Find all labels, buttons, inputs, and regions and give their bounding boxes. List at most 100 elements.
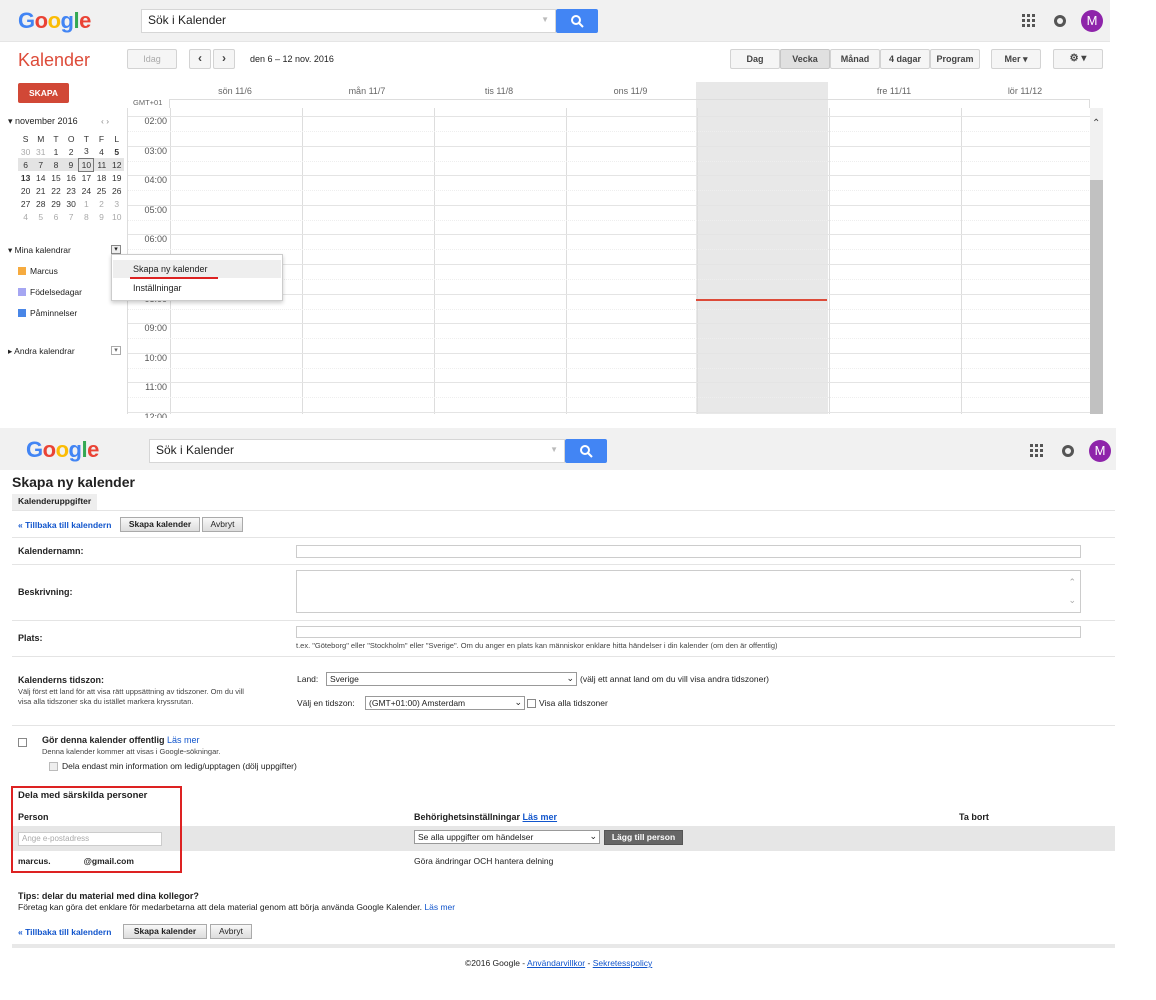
mini-day[interactable]: 1: [79, 197, 94, 210]
mini-day[interactable]: 30: [64, 197, 79, 210]
public-checkbox[interactable]: [18, 738, 27, 747]
mini-day[interactable]: 3: [109, 197, 124, 210]
mini-day[interactable]: 13: [18, 171, 33, 184]
back-link[interactable]: « Tillbaka till kalendern: [18, 520, 111, 530]
mini-day[interactable]: 9: [64, 158, 79, 171]
show-all-timezones-checkbox[interactable]: [527, 699, 536, 708]
mini-day[interactable]: 15: [48, 171, 63, 184]
mini-day[interactable]: 12: [109, 158, 124, 171]
mini-day[interactable]: 31: [33, 145, 48, 158]
apps-grid-icon[interactable]: [1022, 14, 1036, 28]
my-calendars-dropdown-icon[interactable]: ▾: [111, 245, 121, 254]
calendar-color-swatch[interactable]: [18, 309, 26, 317]
mini-day[interactable]: 10: [109, 210, 124, 223]
mini-day[interactable]: 11: [94, 158, 109, 171]
view-day-button[interactable]: Dag: [730, 49, 780, 69]
search-dropdown-icon[interactable]: ▼: [550, 445, 558, 454]
my-calendars-header[interactable]: ▾ Mina kalendrar: [8, 245, 71, 256]
cancel-button[interactable]: Avbryt: [202, 517, 243, 532]
scroll-up-icon[interactable]: ⌃: [1068, 577, 1076, 588]
mini-day[interactable]: 7: [64, 210, 79, 223]
read-more-link[interactable]: Läs mer: [167, 735, 200, 745]
mini-day[interactable]: 30: [18, 145, 33, 158]
mini-day[interactable]: 4: [18, 210, 33, 223]
apps-grid-icon[interactable]: [1030, 444, 1044, 458]
timezone-select[interactable]: (GMT+01:00) Amsterdam ⌄: [365, 696, 525, 710]
calendar-item[interactable]: Födelsedagar: [30, 287, 82, 297]
permission-read-more-link[interactable]: Läs mer: [523, 812, 558, 822]
search-input-2[interactable]: Sök i Kalender ▼: [149, 439, 565, 463]
mini-day[interactable]: 8: [48, 158, 63, 171]
notifications-icon[interactable]: [1054, 15, 1066, 27]
other-calendars-header[interactable]: ▸ Andra kalendrar: [8, 346, 75, 357]
mini-day[interactable]: 25: [94, 184, 109, 197]
mini-day[interactable]: 9: [94, 210, 109, 223]
calendar-name-field[interactable]: [296, 545, 1081, 558]
menu-item-create-calendar[interactable]: Skapa ny kalender: [113, 260, 281, 278]
mini-day[interactable]: 5: [109, 145, 124, 158]
avatar[interactable]: M: [1081, 10, 1103, 32]
mini-day[interactable]: 1: [48, 145, 63, 158]
mini-day[interactable]: 8: [79, 210, 94, 223]
avatar-2[interactable]: M: [1089, 440, 1111, 462]
mini-day[interactable]: 23: [64, 184, 79, 197]
mini-day[interactable]: 27: [18, 197, 33, 210]
mini-day[interactable]: 3: [79, 145, 94, 158]
mini-day[interactable]: 19: [109, 171, 124, 184]
mini-day[interactable]: 4: [94, 145, 109, 158]
mini-day[interactable]: 16: [64, 171, 79, 184]
next-week-button[interactable]: ›: [213, 49, 235, 69]
create-calendar-button-bottom[interactable]: Skapa kalender: [123, 924, 207, 939]
view-agenda-button[interactable]: Program: [930, 49, 980, 69]
notifications-icon[interactable]: [1062, 445, 1074, 457]
privacy-link[interactable]: Sekretesspolicy: [593, 958, 653, 968]
back-link-bottom[interactable]: « Tillbaka till kalendern: [18, 927, 111, 937]
view-month-button[interactable]: Månad: [830, 49, 880, 69]
view-week-button[interactable]: Vecka: [780, 49, 830, 69]
description-field[interactable]: ⌃ ⌄: [296, 570, 1081, 613]
search-button-2[interactable]: [565, 439, 607, 463]
mini-day[interactable]: 21: [33, 184, 48, 197]
add-person-button[interactable]: Lägg till person: [604, 830, 683, 845]
allday-row[interactable]: [169, 99, 1090, 108]
scroll-up-icon[interactable]: ⌃: [1092, 118, 1100, 129]
mini-day[interactable]: 29: [48, 197, 63, 210]
other-calendars-dropdown-icon[interactable]: ▾: [111, 346, 121, 355]
country-select[interactable]: Sverige ⌄: [326, 672, 577, 686]
mini-day[interactable]: 5: [33, 210, 48, 223]
tips-read-more-link[interactable]: Läs mer: [424, 902, 455, 912]
view-4days-button[interactable]: 4 dagar: [880, 49, 930, 69]
mini-day[interactable]: 6: [18, 158, 33, 171]
mini-day[interactable]: 18: [94, 171, 109, 184]
calendar-item[interactable]: Marcus: [30, 266, 58, 276]
scrollbar-thumb[interactable]: [1090, 180, 1103, 414]
mini-day[interactable]: 26: [109, 184, 124, 197]
mini-day[interactable]: 14: [33, 171, 48, 184]
cancel-button-bottom[interactable]: Avbryt: [210, 924, 252, 939]
search-dropdown-icon[interactable]: ▼: [541, 15, 549, 24]
mini-day[interactable]: 28: [33, 197, 48, 210]
create-event-button[interactable]: SKAPA: [18, 83, 69, 103]
create-calendar-button[interactable]: Skapa kalender: [120, 517, 200, 532]
settings-button[interactable]: ⚙ ▾: [1053, 49, 1103, 69]
freebusy-checkbox[interactable]: [49, 762, 58, 771]
mini-day[interactable]: 17: [79, 171, 94, 184]
mini-calendar-nav[interactable]: ‹ ›: [101, 116, 109, 126]
place-field[interactable]: [296, 626, 1081, 638]
scrollbar[interactable]: ⌃: [1090, 108, 1103, 414]
google-logo-2[interactable]: Google: [26, 437, 99, 463]
mini-calendar[interactable]: S M T O T F L 30 31 1 2 3 4 5 6 7 8 9 10 11 12 13 14 15 16 17 18 19…: [18, 132, 125, 223]
mini-day[interactable]: 10: [78, 157, 95, 172]
scroll-down-icon[interactable]: ⌄: [1068, 595, 1076, 606]
terms-link[interactable]: Användarvillkor: [527, 958, 585, 968]
google-logo[interactable]: Google: [18, 8, 91, 34]
menu-item-settings[interactable]: Inställningar: [113, 279, 281, 297]
more-button[interactable]: Mer ▾: [991, 49, 1041, 69]
search-button[interactable]: [556, 9, 598, 33]
mini-day[interactable]: 2: [94, 197, 109, 210]
calendar-color-swatch[interactable]: [18, 288, 26, 296]
calendar-color-swatch[interactable]: [18, 267, 26, 275]
mini-day[interactable]: 2: [64, 145, 79, 158]
mini-day[interactable]: 24: [79, 184, 94, 197]
today-button[interactable]: Idag: [127, 49, 177, 69]
